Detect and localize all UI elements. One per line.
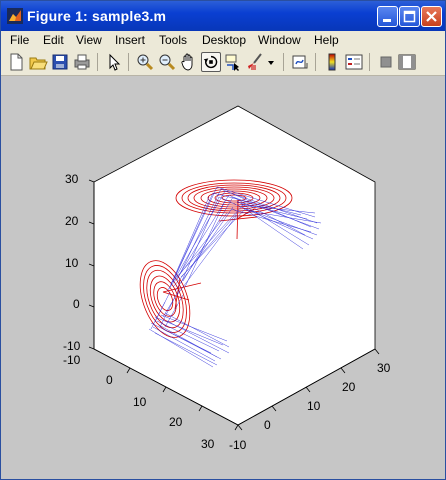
y-tick-label: 30 (377, 361, 391, 375)
z-tick-label: -10 (63, 339, 81, 353)
y-tick-label: -10 (229, 438, 247, 452)
menu-bar: File Edit View Insert Tools Desktop Wind… (1, 31, 445, 49)
menu-tools[interactable]: Tools (159, 33, 187, 47)
x-tick-label: 10 (133, 395, 147, 409)
toolbar-separator (369, 53, 370, 71)
menu-edit[interactable]: Edit (43, 33, 64, 47)
minimize-icon (383, 19, 391, 22)
zoom-out-icon[interactable] (157, 52, 177, 72)
minimize-button[interactable] (377, 6, 398, 27)
z-tick-label: 0 (73, 297, 80, 311)
figure-toolbar (1, 49, 445, 76)
brush-dropdown-icon[interactable] (265, 52, 277, 72)
insert-legend-icon[interactable] (344, 52, 364, 72)
save-icon[interactable] (50, 52, 70, 72)
axes-box (93, 105, 376, 426)
rotate-3d-icon[interactable] (201, 52, 221, 72)
y-tick-label: 10 (307, 399, 321, 413)
title-bar[interactable]: Figure 1: sample3.m (1, 1, 445, 31)
close-button[interactable] (421, 6, 442, 27)
figure-canvas[interactable]: 30 20 10 0 -10 -10 0 10 20 30 -10 0 10 2… (5, 77, 443, 477)
x-tick-label: 20 (169, 415, 183, 429)
print-icon[interactable] (72, 52, 92, 72)
open-file-icon[interactable] (28, 52, 48, 72)
axes-3d[interactable]: 30 20 10 0 -10 -10 0 10 20 30 -10 0 10 2… (5, 77, 443, 477)
close-icon (426, 11, 437, 22)
z-tick-label: 10 (65, 256, 79, 270)
menu-file[interactable]: File (10, 33, 29, 47)
zoom-in-icon[interactable] (135, 52, 155, 72)
toolbar-separator (128, 53, 129, 71)
maximize-button[interactable] (399, 6, 420, 27)
new-figure-icon[interactable] (6, 52, 26, 72)
maximize-icon (403, 10, 416, 23)
z-tick-label: 20 (65, 214, 79, 228)
figure-window: Figure 1: sample3.m File Edit View Inser… (0, 0, 446, 480)
x-tick-label: 0 (106, 373, 113, 387)
menu-insert[interactable]: Insert (115, 33, 145, 47)
y-tick-label: 20 (342, 380, 356, 394)
brush-icon[interactable] (245, 52, 265, 72)
edit-plot-arrow-icon[interactable] (104, 52, 124, 72)
insert-colorbar-icon[interactable] (322, 52, 342, 72)
x-tick-label: -10 (63, 353, 81, 367)
pan-hand-icon[interactable] (179, 52, 199, 72)
menu-window[interactable]: Window (258, 33, 301, 47)
hide-plot-tools-icon[interactable] (376, 52, 396, 72)
menu-view[interactable]: View (76, 33, 102, 47)
window-title: Figure 1: sample3.m (27, 8, 167, 24)
toolbar-separator (97, 53, 98, 71)
menu-help[interactable]: Help (314, 33, 339, 47)
x-tick-label: 30 (201, 437, 215, 451)
toolbar-separator (315, 53, 316, 71)
matlab-logo-icon (7, 8, 23, 24)
show-plot-tools-icon[interactable] (397, 52, 417, 72)
toolbar-separator (283, 53, 284, 71)
link-plot-icon[interactable] (290, 52, 310, 72)
menu-desktop[interactable]: Desktop (202, 33, 246, 47)
data-cursor-icon[interactable] (223, 52, 243, 72)
y-tick-label: 0 (264, 418, 271, 432)
z-tick-label: 30 (65, 172, 79, 186)
